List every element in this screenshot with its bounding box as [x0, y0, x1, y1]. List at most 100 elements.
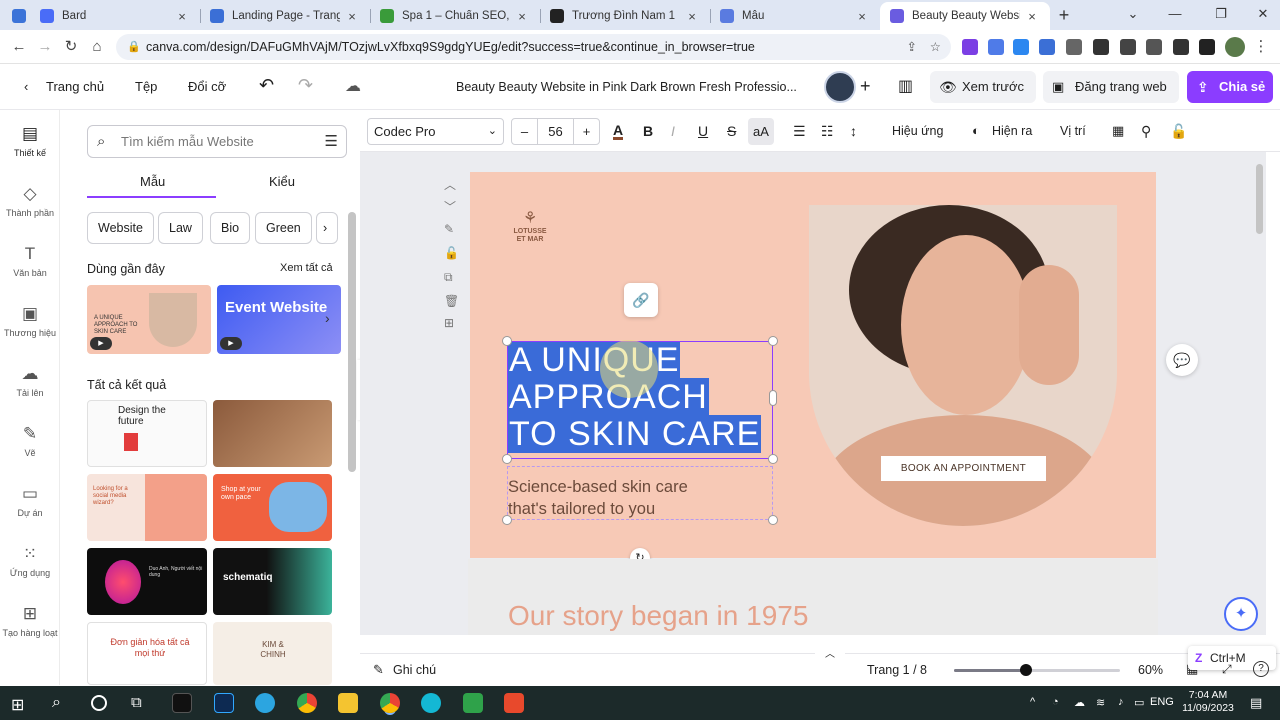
font-size-value[interactable]: 56	[538, 119, 573, 144]
decrease-size-button[interactable]: –	[512, 119, 538, 144]
file-explorer-icon[interactable]	[338, 693, 358, 713]
close-window-icon[interactable]: ✕	[1240, 0, 1280, 28]
wifi-icon[interactable]: ≋	[1096, 696, 1105, 709]
network-icon[interactable]: ◔	[1052, 696, 1059, 708]
story-heading[interactable]: Our story began in 1975	[508, 600, 808, 632]
zoom-level[interactable]: 60%	[1138, 663, 1163, 677]
home-icon[interactable]: ⌂	[88, 38, 106, 56]
browser-tab[interactable]	[8, 2, 30, 30]
rail-item-text[interactable]: T Văn bản	[0, 244, 60, 278]
rail-item-apps[interactable]: ⁙ Ứng dụng	[0, 544, 60, 578]
align-left-icon[interactable]: ☰	[793, 123, 806, 140]
camtasia-icon[interactable]	[463, 693, 483, 713]
rail-item-bulk-create[interactable]: ⊞ Tạo hàng loạt	[0, 604, 60, 638]
browser-tab[interactable]: Beauty Beauty Website in ×	[880, 2, 1050, 30]
template-gradient-blob[interactable]: Duo Anh, Người viết nội dung	[87, 548, 207, 615]
magic-assistant-icon[interactable]: ✦	[1224, 597, 1258, 631]
menu-dots-icon[interactable]: ⋮	[1252, 38, 1270, 56]
zoom-slider[interactable]	[954, 664, 1120, 676]
template-interior[interactable]	[213, 400, 332, 467]
rail-item-elements[interactable]: ◇ Thành phần	[0, 184, 60, 218]
browser-tab[interactable]: Mẫu ×	[710, 2, 880, 30]
extension-icon[interactable]	[1146, 39, 1162, 55]
rail-item-projects[interactable]: ▭ Dự án	[0, 484, 60, 518]
photoshop-icon[interactable]	[214, 693, 234, 713]
chip-bio[interactable]: Bio	[210, 212, 251, 244]
notifications-icon[interactable]: ▤	[1250, 695, 1262, 711]
rail-item-brand[interactable]: ▣ Thương hiệu	[0, 304, 60, 338]
telegram-icon[interactable]	[255, 693, 275, 713]
lock-icon[interactable]: 🔓	[1170, 123, 1187, 140]
italic-icon[interactable]: I	[671, 123, 675, 139]
duplicate-page-icon[interactable]: ⧉	[444, 270, 453, 285]
rail-item-design[interactable]: ▤ Thiết kế	[0, 124, 60, 158]
font-size-stepper[interactable]: – 56 +	[511, 118, 600, 145]
publish-website-button[interactable]: ▣ Đăng trang web	[1043, 71, 1179, 103]
extension-icon[interactable]	[1093, 39, 1109, 55]
filter-icon[interactable]: ☰	[325, 126, 338, 157]
chrome-icon[interactable]	[297, 693, 317, 713]
template-shop[interactable]: Shop at your own pace	[213, 474, 332, 541]
tab-templates[interactable]: Mẫu	[140, 174, 165, 189]
clock[interactable]: 7:04 AM 11/09/2023	[1180, 689, 1236, 715]
lock-page-icon[interactable]: 🔓	[444, 246, 459, 260]
new-tab-button[interactable]: +	[1050, 2, 1078, 30]
task-view-icon[interactable]: ⧉	[131, 694, 142, 711]
undo-icon[interactable]: ↶	[259, 75, 274, 96]
minimize-icon[interactable]: —	[1152, 0, 1198, 28]
reload-icon[interactable]: ↻	[62, 38, 80, 56]
bold-icon[interactable]: B	[643, 123, 653, 139]
camtasia-recorder-icon[interactable]	[504, 693, 524, 713]
canvas-vertical-scrollbar[interactable]	[1256, 164, 1263, 234]
search-input[interactable]: ⌕ Tìm kiếm mẫu Website ☰	[87, 125, 347, 158]
chrome-active-icon[interactable]	[380, 693, 400, 713]
file-menu[interactable]: Tệp	[135, 79, 157, 94]
resize-handle[interactable]	[502, 454, 512, 464]
effects-button[interactable]: Hiệu ứng	[892, 124, 943, 138]
fullscreen-icon[interactable]: ⤢	[1222, 662, 1232, 677]
bookmark-star-icon[interactable]: ☆	[930, 34, 941, 60]
edit-notes-icon[interactable]: ✎	[444, 222, 454, 236]
zoom-slider-thumb[interactable]	[1019, 664, 1032, 676]
recent-next-chevron[interactable]: ›	[325, 310, 330, 326]
close-tab-icon[interactable]: ×	[1024, 9, 1040, 24]
notes-button[interactable]: Ghi chú	[393, 663, 436, 677]
page-down-icon[interactable]: ﹀	[444, 198, 456, 215]
recent-template-beauty[interactable]: A UNIQUE APPROACH TO SKIN CARE ▶	[87, 285, 211, 354]
sidebar-icon[interactable]	[1199, 39, 1215, 55]
preview-button[interactable]: 👁 Xem trước	[930, 71, 1037, 103]
page-indicator[interactable]: Trang 1 / 8	[867, 663, 927, 677]
share-button[interactable]: ⇪ Chia sẻ	[1187, 71, 1273, 103]
canva-icon[interactable]	[421, 693, 441, 713]
close-tab-icon[interactable]: ×	[854, 9, 870, 24]
case-icon[interactable]: aA	[748, 118, 774, 145]
page-up-icon[interactable]: ︿	[444, 176, 456, 193]
comment-icon[interactable]: 💬	[1166, 344, 1198, 376]
chip-green[interactable]: Green	[255, 212, 312, 244]
extension-icon[interactable]	[1013, 39, 1029, 55]
template-social-wizard[interactable]: Looking for a social media wizard?	[87, 474, 207, 541]
extension-icon[interactable]	[1039, 39, 1055, 55]
text-color-icon[interactable]: A	[613, 123, 624, 140]
transparency-icon[interactable]: ▦	[1112, 123, 1124, 139]
animate-button[interactable]: Hiện ra	[992, 124, 1032, 138]
template-wedding[interactable]: KIM & CHINH	[213, 622, 332, 685]
forward-icon[interactable]: →	[36, 38, 54, 56]
help-icon[interactable]: ?	[1253, 661, 1269, 677]
chips-next-chevron[interactable]: ›	[316, 212, 338, 244]
link-button[interactable]: 🔗	[624, 283, 658, 317]
copy-style-icon[interactable]: ⚲	[1141, 123, 1151, 140]
rail-item-upload[interactable]: ☁ Tải lên	[0, 364, 60, 398]
resize-handle[interactable]	[768, 336, 778, 346]
back-icon[interactable]: ←	[10, 38, 28, 56]
battery-icon[interactable]: ▭	[1134, 696, 1144, 709]
windows-start-icon[interactable]: ⊞	[11, 695, 24, 715]
add-page-icon[interactable]: ⊞	[444, 316, 454, 330]
position-button[interactable]: Vị trí	[1060, 124, 1086, 138]
spacing-icon[interactable]: ↕	[850, 123, 857, 139]
redo-icon[interactable]: ↷	[298, 75, 313, 96]
puzzle-icon[interactable]	[1173, 39, 1189, 55]
book-appointment-button[interactable]: BOOK AN APPOINTMENT	[881, 456, 1046, 481]
chip-law[interactable]: Law	[158, 212, 203, 244]
design-page[interactable]: ⚘ LOTUSSE ET MAR A UNIQUE APPROACH TO SK…	[470, 172, 1156, 558]
